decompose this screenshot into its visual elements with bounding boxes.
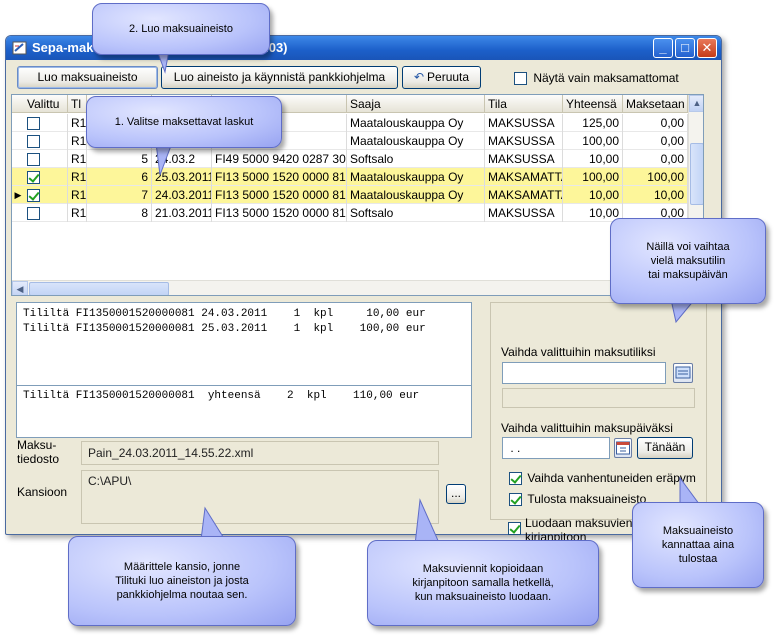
callout-folder: Määrittele kansio, jonne Tilituki luo ai… (68, 536, 296, 626)
callout-print: Maksuaineisto kannattaa aina tulostaa (632, 502, 764, 588)
callout-create-file: 2. Luo maksuaineisto (92, 3, 270, 55)
callout-select-invoices: 1. Valitse maksettavat laskut (86, 96, 282, 148)
callout-bookkeeping: Maksuviennit kopioidaan kirjanpitoon sam… (367, 540, 599, 626)
callout-change-account-date: Näillä voi vaihtaa vielä maksutilin tai … (610, 218, 766, 304)
